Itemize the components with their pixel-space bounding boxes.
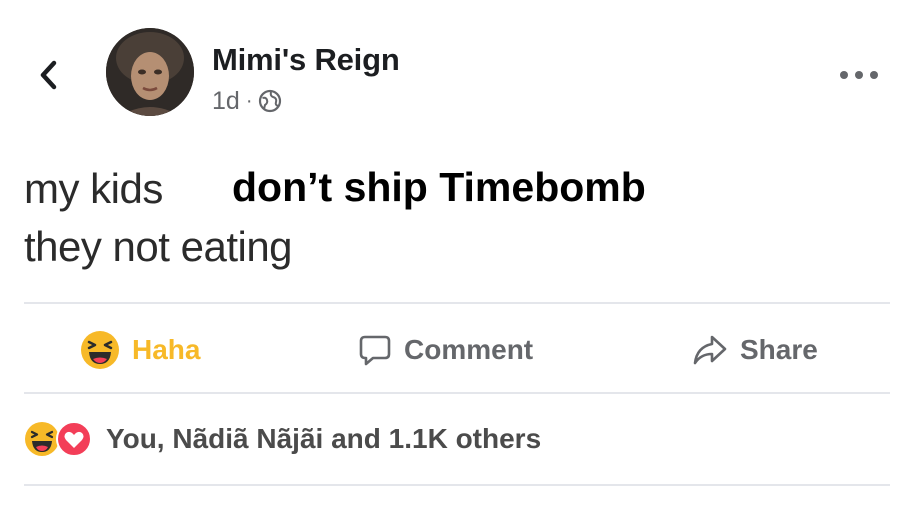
facebook-post: Mimi's Reign 1d · my kids they not eatin… — [0, 0, 908, 520]
chevron-left-icon — [40, 60, 57, 90]
meta-separator: · — [245, 89, 253, 112]
share-label: Share — [740, 334, 818, 365]
reactions-summary[interactable]: You, Nãdiã Nãjãi and 1.1K others — [24, 412, 541, 466]
haha-reaction-button[interactable]: Haha — [80, 308, 200, 392]
avatar[interactable] — [106, 28, 194, 116]
reaction-icons — [24, 419, 96, 459]
divider — [24, 302, 890, 304]
share-arrow-icon — [693, 335, 727, 365]
divider — [24, 484, 890, 486]
share-button[interactable]: Share — [692, 308, 818, 392]
comment-bubble-icon — [359, 335, 391, 366]
love-heart-icon — [56, 421, 92, 457]
reaction-summary-text: You, Nãdiã Nãjãi and 1.1K others — [106, 423, 542, 454]
back-button[interactable] — [30, 55, 66, 95]
profile-photo — [106, 28, 194, 116]
haha-emoji-icon — [25, 422, 59, 456]
divider — [24, 392, 890, 394]
post-action-bar: Haha Comment Share — [24, 308, 890, 392]
comment-button[interactable]: Comment — [358, 308, 533, 392]
meme-caption-overlay: don’t ship Timebomb — [228, 164, 656, 211]
post-timestamp[interactable]: 1d — [212, 87, 240, 116]
haha-label: Haha — [132, 334, 201, 365]
author-name[interactable]: Mimi's Reign — [212, 42, 400, 78]
comment-label: Comment — [404, 334, 534, 365]
haha-emoji-icon — [81, 331, 119, 369]
ellipsis-icon — [840, 71, 878, 79]
more-options-button[interactable] — [834, 64, 884, 86]
post-text-line-2: they not eating — [24, 223, 293, 270]
globe-icon — [259, 89, 282, 113]
post-meta: 1d · — [212, 86, 282, 116]
